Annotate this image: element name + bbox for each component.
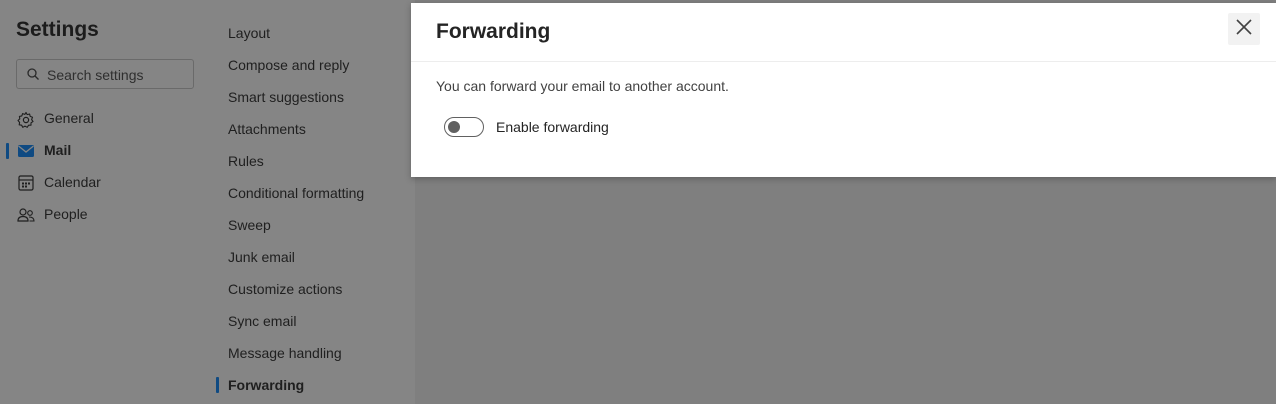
mail-setting-conditional-formatting[interactable]: Conditional formatting [228,185,364,201]
forwarding-panel: Forwarding You can forward your email to… [411,3,1276,177]
nav-item-mail[interactable]: Mail [0,139,200,163]
mail-setting-message-handling[interactable]: Message handling [228,345,342,361]
selection-indicator [216,377,219,393]
close-button[interactable] [1228,13,1260,45]
mail-setting-forwarding[interactable]: Forwarding [228,377,304,393]
selection-indicator [6,143,9,159]
mail-setting-customize-actions[interactable]: Customize actions [228,281,342,297]
settings-title: Settings [16,18,99,41]
mail-setting-attachments[interactable]: Attachments [228,121,306,137]
calendar-icon [17,175,35,191]
search-settings-box[interactable] [16,59,194,89]
search-input[interactable] [45,64,189,86]
nav-item-label: Calendar [44,174,101,190]
mail-setting-rules[interactable]: Rules [228,153,264,169]
nav-item-people[interactable]: People [0,203,200,227]
toggle-knob [448,121,460,133]
nav-item-general[interactable]: General [0,107,200,131]
panel-title: Forwarding [436,20,551,43]
nav-item-label: People [44,206,88,222]
enable-forwarding-toggle[interactable] [444,117,484,137]
settings-nav-column: Settings General Mail [0,0,210,404]
gear-icon [17,111,35,128]
mail-setting-layout[interactable]: Layout [228,25,270,41]
mail-setting-compose-and-reply[interactable]: Compose and reply [228,57,349,73]
search-icon [26,67,40,81]
mail-setting-junk-email[interactable]: Junk email [228,249,295,265]
mail-setting-sync-email[interactable]: Sync email [228,313,296,329]
nav-item-label: General [44,110,94,126]
mail-setting-smart-suggestions[interactable]: Smart suggestions [228,89,344,105]
close-icon [1235,18,1253,41]
enable-forwarding-label: Enable forwarding [496,119,609,135]
mail-setting-sweep[interactable]: Sweep [228,217,271,233]
nav-item-calendar[interactable]: Calendar [0,171,200,195]
nav-item-label: Mail [44,142,72,158]
panel-description: You can forward your email to another ac… [436,78,729,94]
people-icon [17,207,35,223]
mail-icon [17,143,35,159]
panel-divider [411,61,1276,62]
